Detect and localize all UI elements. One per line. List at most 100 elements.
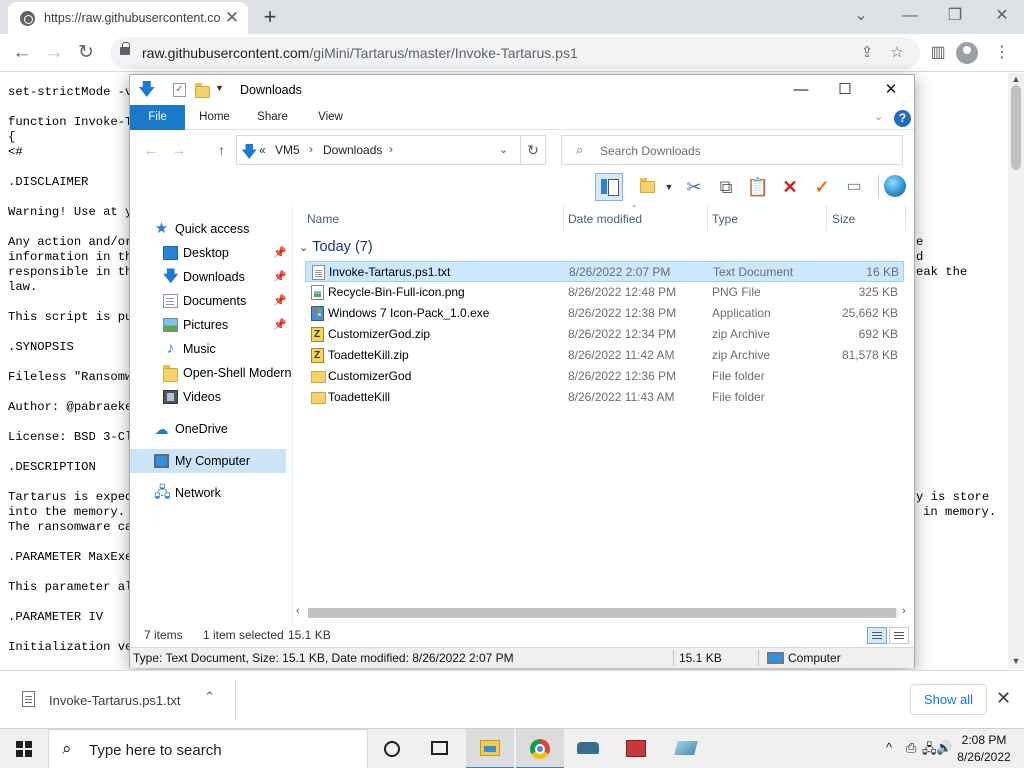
copy-icon[interactable]: ⧉ xyxy=(712,173,740,201)
globe-icon[interactable] xyxy=(884,175,906,197)
explorer-close-button[interactable]: ✕ xyxy=(868,77,914,103)
restore-button[interactable]: ❐ xyxy=(937,4,973,28)
group-header-today[interactable]: ⌄ Today (7) xyxy=(299,239,373,255)
eraser-app-taskbar-button[interactable] xyxy=(662,729,710,768)
column-divider[interactable] xyxy=(905,205,906,231)
close-window-button[interactable]: ✕ xyxy=(984,4,1020,28)
checkmark-icon[interactable]: ✓ xyxy=(808,173,836,201)
scroll-thumb[interactable] xyxy=(308,608,896,618)
paste-icon[interactable]: 📋 xyxy=(744,173,772,201)
column-divider[interactable] xyxy=(563,205,564,231)
network-icon[interactable]: 🖧 xyxy=(922,740,937,762)
scroll-up-icon[interactable]: ▲ xyxy=(1011,74,1021,84)
address-bar[interactable]: raw.githubusercontent.com/giMini/Tartaru… xyxy=(110,37,920,69)
tab-share[interactable]: Share xyxy=(250,105,295,130)
nav-item-network[interactable]: 🖧 Network xyxy=(130,481,291,505)
nav-item-videos[interactable]: Videos xyxy=(130,385,291,409)
file-row[interactable]: CustomizerGod 8/26/2022 12:36 PM File fo… xyxy=(305,366,904,387)
explorer-back-icon[interactable]: ← xyxy=(144,142,158,158)
browser-tab[interactable]: https://raw.githubusercontent.co ✕ xyxy=(8,2,248,34)
column-header-name[interactable]: Name xyxy=(307,205,339,233)
tab-view[interactable]: View xyxy=(308,105,353,130)
explorer-minimize-button[interactable]: — xyxy=(778,77,824,103)
new-folder-dropdown-icon[interactable]: ▼ xyxy=(662,173,676,201)
column-header-size[interactable]: Size xyxy=(832,205,855,233)
chevron-up-icon[interactable]: ^ xyxy=(886,740,892,755)
explorer-search-input[interactable] xyxy=(600,142,890,159)
tab-file[interactable]: File xyxy=(130,105,185,130)
scroll-thumb[interactable] xyxy=(1011,85,1021,170)
expand-ribbon-icon[interactable]: ⌄ xyxy=(874,110,883,123)
close-tab-icon[interactable]: ✕ xyxy=(222,8,242,28)
chrome-taskbar-button[interactable] xyxy=(516,729,564,768)
scroll-right-icon[interactable]: › xyxy=(902,605,906,617)
pin-icon[interactable]: 📌 xyxy=(273,313,287,337)
rename-icon[interactable]: ▭ xyxy=(840,173,868,201)
refresh-button[interactable]: ↻ xyxy=(520,135,546,165)
download-file-name[interactable]: Invoke-Tartarus.ps1.txt xyxy=(49,693,181,708)
breadcrumb-downloads[interactable]: Downloads xyxy=(323,143,382,157)
folder-icon[interactable] xyxy=(195,83,210,98)
tab-home[interactable]: Home xyxy=(192,105,237,130)
scroll-down-icon[interactable]: ▼ xyxy=(1011,656,1021,666)
taskbar-clock[interactable]: 2:08 PM 8/26/2022 xyxy=(952,732,1016,766)
nav-item-my-computer[interactable]: My Computer xyxy=(130,449,286,473)
toolbox-app-taskbar-button[interactable] xyxy=(612,729,660,768)
new-tab-button[interactable]: + xyxy=(257,4,283,30)
explorer-search-box[interactable]: ⌕ xyxy=(561,135,903,165)
page-scrollbar[interactable]: ▲ ▼ xyxy=(1008,73,1024,669)
explorer-forward-icon[interactable]: → xyxy=(172,142,186,158)
nav-item-open-shell[interactable]: Open-Shell Modern xyxy=(130,361,291,385)
column-divider[interactable] xyxy=(826,205,827,231)
download-arrow-icon[interactable]: 🡇 xyxy=(138,81,155,99)
breadcrumb-overflow[interactable]: « xyxy=(259,143,266,157)
share-icon[interactable]: ⇪ xyxy=(855,41,879,65)
customize-dropdown-icon[interactable]: ▼ xyxy=(215,83,224,93)
chevron-down-icon[interactable]: ⌄ xyxy=(299,242,308,254)
properties-check-icon[interactable]: ✓ xyxy=(173,83,186,97)
menu-dots-icon[interactable]: ⋮ xyxy=(988,39,1016,67)
up-arrow-icon[interactable]: ↑ xyxy=(218,142,225,158)
tank-app-taskbar-button[interactable] xyxy=(564,729,612,768)
scroll-left-icon[interactable]: ‹ xyxy=(296,605,300,617)
column-header-date[interactable]: Date modified xyxy=(568,205,642,233)
details-view-button[interactable] xyxy=(867,627,887,644)
file-row[interactable]: Invoke-Tartarus.ps1.txt 8/26/2022 2:07 P… xyxy=(305,261,904,282)
pin-icon[interactable]: 📌 xyxy=(273,265,287,289)
side-panel-icon[interactable]: ▥ xyxy=(924,39,952,67)
notification-icon[interactable]: ⎙ xyxy=(906,740,916,756)
nav-item-music[interactable]: ♪ Music xyxy=(130,337,291,361)
volume-icon[interactable]: 🔊 xyxy=(936,740,952,756)
profile-avatar[interactable] xyxy=(956,42,978,64)
large-icons-view-button[interactable] xyxy=(889,627,909,644)
file-row[interactable]: ToadetteKill.zip 8/26/2022 11:42 AM zip … xyxy=(305,345,904,366)
file-row[interactable]: Recycle-Bin-Full-icon.png 8/26/2022 12:4… xyxy=(305,282,904,303)
chevron-right-icon[interactable]: › xyxy=(389,142,393,156)
nav-item-documents[interactable]: Documents 📌 xyxy=(130,289,291,313)
pin-icon[interactable]: 📌 xyxy=(273,289,287,313)
taskbar-search-input[interactable] xyxy=(89,740,359,760)
nav-item-quick-access[interactable]: ★ Quick access xyxy=(130,217,291,241)
explorer-maximize-button[interactable]: ☐ xyxy=(822,77,868,103)
chevron-right-icon[interactable]: › xyxy=(309,142,313,156)
cortana-button[interactable] xyxy=(368,729,416,768)
breadcrumb-vm5[interactable]: VM5 xyxy=(275,143,300,157)
start-button[interactable] xyxy=(0,729,48,768)
bookmark-star-icon[interactable]: ☆ xyxy=(885,41,909,65)
new-folder-button[interactable] xyxy=(635,173,663,201)
file-row[interactable]: Windows 7 Icon-Pack_1.0.exe 8/26/2022 12… xyxy=(305,303,904,324)
taskbar-search[interactable]: ⌕ xyxy=(48,729,368,768)
file-row[interactable]: ToadetteKill 8/26/2022 11:43 AM File fol… xyxy=(305,387,904,408)
file-row[interactable]: CustomizerGod.zip 8/26/2022 12:34 PM zip… xyxy=(305,324,904,345)
preview-pane-button[interactable] xyxy=(595,173,623,201)
file-explorer-taskbar-button[interactable] xyxy=(466,729,514,768)
reload-button[interactable]: ↻ xyxy=(72,39,100,67)
pin-icon[interactable]: 📌 xyxy=(273,241,287,265)
address-dropdown-icon[interactable]: ⌄ xyxy=(499,143,508,156)
help-icon[interactable]: ? xyxy=(894,110,911,127)
delete-icon[interactable]: ✕ xyxy=(776,173,804,201)
column-divider[interactable] xyxy=(707,205,708,231)
show-all-button[interactable]: Show all xyxy=(910,684,987,715)
chevron-down-icon[interactable]: ⌄ xyxy=(843,4,879,28)
close-shelf-icon[interactable]: ✕ xyxy=(996,688,1011,709)
